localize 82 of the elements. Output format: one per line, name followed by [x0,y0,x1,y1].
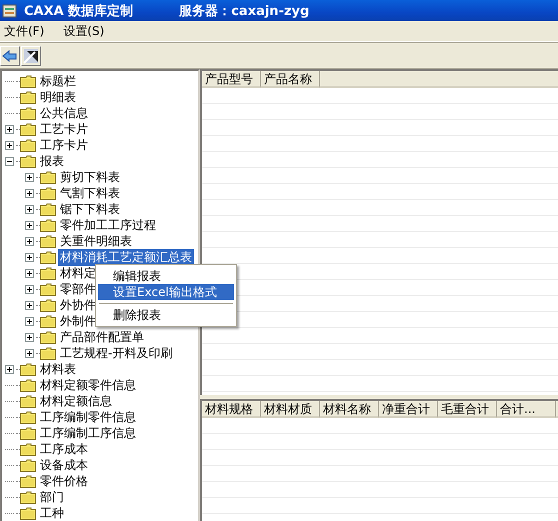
tree-item[interactable]: 设备成本 [38,456,90,474]
folder-icon [40,266,56,280]
tree-item[interactable]: 工序成本 [38,440,90,458]
expand-toggle[interactable] [25,300,34,310]
folder-icon [40,250,56,264]
menu-item[interactable]: 删除报表 [98,307,234,323]
folder-icon [40,282,56,296]
folder-icon [20,458,36,472]
tree-item[interactable]: 工序编制工序信息 [38,424,138,442]
expand-toggle[interactable] [5,364,14,374]
expand-toggle[interactable] [25,220,34,230]
folder-icon [40,186,56,200]
folder-icon [40,314,56,328]
folder-icon [40,298,56,312]
tree-item[interactable]: 材料定额信息 [38,392,114,410]
tree-item[interactable]: 标题栏 [38,72,78,90]
folder-icon [40,202,56,216]
collapse-toggle[interactable] [5,156,14,166]
folder-icon [40,218,56,232]
toolbar-button[interactable] [21,46,41,66]
folder-icon [40,346,56,360]
tree-item[interactable]: 公共信息 [38,104,90,122]
expand-toggle[interactable] [25,236,34,246]
tree-item[interactable]: 零部件 [58,280,98,298]
tree-item[interactable]: 关重件明细表 [58,232,134,250]
tree-item[interactable]: 剪切下料表 [58,168,122,186]
expand-toggle[interactable] [5,140,14,150]
folder-icon [20,90,36,104]
tree-item[interactable]: 气割下料表 [58,184,122,202]
menu-item[interactable]: 文件(F) [2,22,52,40]
folder-icon [20,378,36,392]
server-name: 服务器：caxajn-zyg [179,2,310,20]
folder-icon [20,474,36,488]
menu-item[interactable]: 编辑报表 [98,268,234,284]
folder-icon [20,506,36,520]
folder-icon [20,426,36,440]
tree-item[interactable]: 报表 [38,152,66,170]
menu-item[interactable]: 设置(S) [61,22,112,40]
folder-icon [20,74,36,88]
tree-item[interactable]: 零件价格 [38,472,90,490]
folder-icon [20,122,36,136]
tree-item[interactable]: 外制件 [58,312,98,330]
back-button[interactable] [0,46,20,66]
folder-icon [20,394,36,408]
expand-toggle[interactable] [25,204,34,214]
folder-icon [20,154,36,168]
tree-item[interactable]: 零件加工工序过程 [58,216,158,234]
tree-item[interactable]: 工序编制零件信息 [38,408,138,426]
tree-item[interactable]: 锯下下料表 [58,200,122,218]
expand-toggle[interactable] [25,284,34,294]
folder-icon [20,362,36,376]
expand-toggle[interactable] [25,268,34,278]
tree-item[interactable]: 外协件 [58,296,98,314]
expand-toggle[interactable] [25,188,34,198]
tree-item[interactable]: 材料表 [38,360,78,378]
window-title: CAXA 数据库定制 [24,2,134,20]
folder-icon [20,106,36,120]
menu-item[interactable]: 设置Excel输出格式 [98,284,234,300]
tree-item[interactable]: 明细表 [38,88,78,106]
expand-toggle[interactable] [25,348,34,358]
tree-item[interactable]: 材料消耗工艺定额汇总表 [58,248,194,266]
app-icon [2,2,18,18]
folder-icon [20,410,36,424]
folder-icon [40,234,56,248]
expand-toggle[interactable] [25,172,34,182]
tree-item[interactable]: 工种 [38,504,66,521]
expand-toggle[interactable] [5,124,14,134]
tree-item[interactable]: 工序卡片 [38,136,90,154]
tree-item[interactable]: 材料定 [58,264,98,282]
folder-icon [20,442,36,456]
tree-item[interactable]: 工艺规程-开料及印刷 [58,344,174,362]
expand-toggle[interactable] [25,252,34,262]
expand-toggle[interactable] [25,316,34,326]
tree-item[interactable]: 部门 [38,488,66,506]
folder-icon [40,170,56,184]
tree-item[interactable]: 材料定额零件信息 [38,376,138,394]
expand-toggle[interactable] [25,332,34,342]
tree-item[interactable]: 工艺卡片 [38,120,90,138]
folder-icon [40,330,56,344]
folder-icon [20,490,36,504]
folder-icon [20,138,36,152]
tree-item[interactable]: 产品部件配置单 [58,328,146,346]
